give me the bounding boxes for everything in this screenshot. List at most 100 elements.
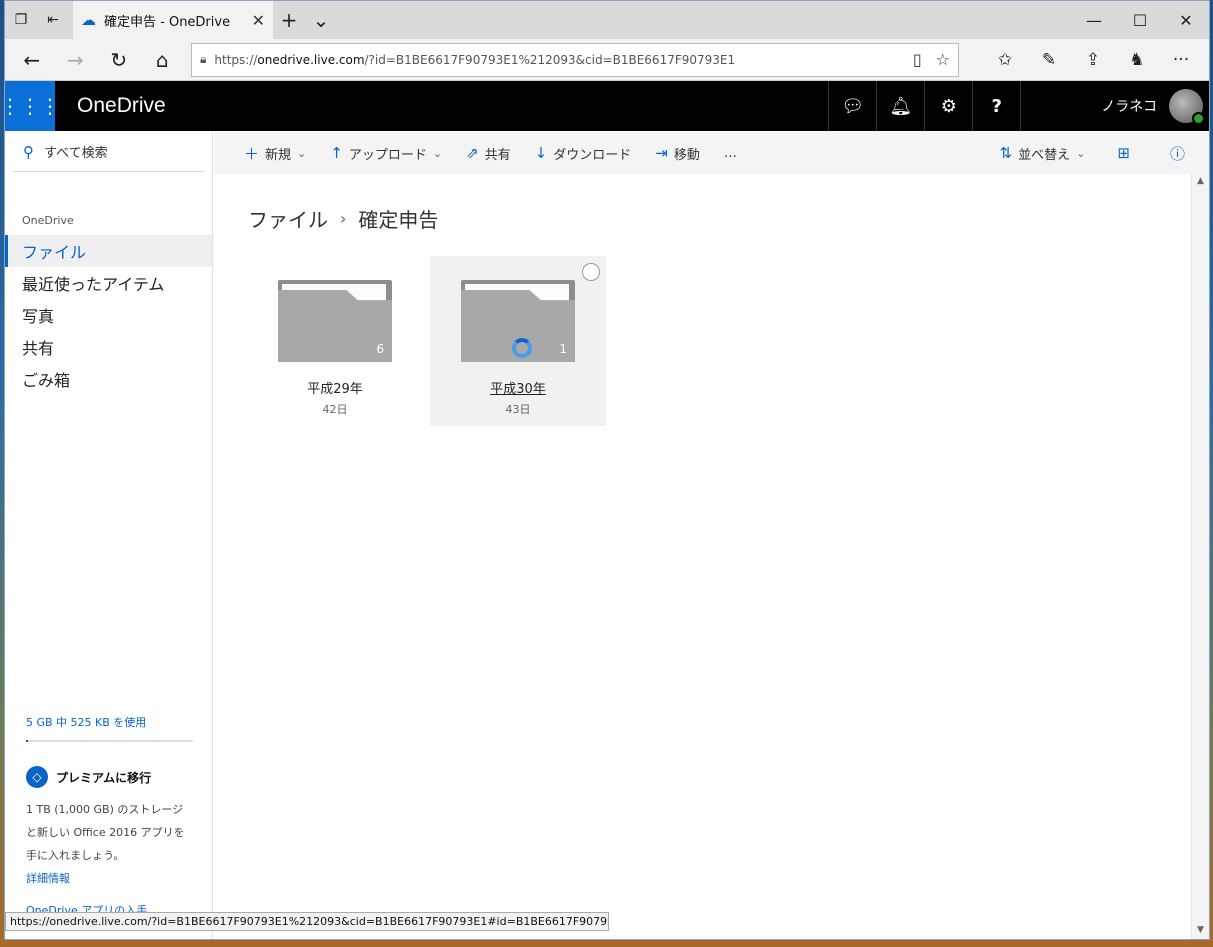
share-button[interactable]: ⇗ 共有 [454,132,523,174]
premium-title[interactable]: プレミアムに移行 [56,769,151,786]
folder-tile[interactable]: 6 平成29年 42日 [247,256,423,426]
loading-spinner-icon [512,338,532,358]
share-icon[interactable]: ⇪ [1071,50,1115,70]
more-commands-button[interactable]: … [712,132,749,174]
more-menu-icon[interactable]: ··· [1159,50,1203,70]
view-toggle-button[interactable]: ⊞ [1097,132,1150,174]
url-rest: /?id=B1BE6617F90793E1%212093&cid=B1BE661… [364,52,736,67]
folder-date: 43日 [505,403,531,416]
command-bar: ＋ 新規 ⌄ ↑ アップロード ⌄ ⇗ 共有 ↓ ダウンロード ⇥ 移動 … ⇅… [214,132,1209,174]
info-icon: ⓘ [1169,144,1185,163]
feedback-icon[interactable]: 💬︎ [828,81,876,131]
premium-line-1: 1 TB (1,000 GB) のストレージ [26,803,184,816]
help-icon[interactable]: ? [972,81,1020,131]
premium-heading: ◇ プレミアムに移行 [26,766,201,788]
scroll-down-icon[interactable]: ▼ [1197,925,1204,935]
vertical-scrollbar[interactable]: ▲ ▼ [1191,174,1209,939]
settings-gear-icon[interactable]: ⚙ [924,81,972,131]
download-arrow-icon: ↓ [534,144,548,162]
tab-list-chevron-icon[interactable]: ⌄ [305,1,337,39]
set-tabs-aside-icon[interactable]: ⇤ [37,1,69,39]
sort-button[interactable]: ⇅ 並べ替え ⌄ [988,132,1098,174]
tab-title: 確定申告 - OneDrive [104,14,231,30]
download-button[interactable]: ↓ ダウンロード [523,132,644,174]
premium-promo: ◇ プレミアムに移行 1 TB (1,000 GB) のストレージ と新しい O… [26,766,201,890]
chevron-down-icon: ⌄ [297,146,307,160]
onedrive-header: ⋮⋮⋮ OneDrive 💬︎ 🔔︎ ⚙ ? ノラネコ [5,81,1209,131]
home-button[interactable]: ⌂ [142,42,184,78]
move-button[interactable]: ⇥ 移動 [643,132,712,174]
plus-icon: ＋ [244,144,260,163]
share-label: 共有 [484,147,511,163]
nav-item-recent[interactable]: 最近使ったアイテム [5,267,212,299]
chevron-down-icon: ⌄ [432,146,443,160]
status-url-tooltip: https://onedrive.live.com/?id=B1BE6617F9… [5,912,609,931]
app-launcher-icon[interactable]: ⋮⋮⋮ [5,81,60,131]
upload-button[interactable]: ↑ アップロード ⌄ [318,132,454,174]
online-status-icon [1192,112,1205,125]
storage-usage-link[interactable]: 5 GB 中 525 KB を使用 [26,714,146,730]
folder-tile[interactable]: 1 平成30年 43日 [430,256,606,426]
browser-window: ❐ ⇤ ☁ 確定申告 - OneDrive ✕ + ⌄ — ☐ ✕ ← → ↻ … [4,0,1210,940]
folder-date: 42日 [322,403,348,416]
favorites-hub-icon[interactable]: ✩ [983,50,1027,70]
reading-view-icon[interactable]: ▯ [913,50,922,69]
chevron-down-icon: ⌄ [1076,146,1086,160]
new-tab-button[interactable]: + [273,1,305,39]
minimize-button[interactable]: — [1071,1,1117,39]
premium-more-link[interactable]: 詳細情報 [26,867,201,890]
new-button[interactable]: ＋ 新規 ⌄ [214,132,318,174]
premium-line-3: 手に入れましょう。 [26,849,125,862]
premium-description: 1 TB (1,000 GB) のストレージ と新しい Office 2016 … [26,798,201,890]
header-actions: 💬︎ 🔔︎ ⚙ ? ノラネコ [828,81,1209,131]
move-label: 移動 [673,147,700,163]
nav-item-shared[interactable]: 共有 [5,331,212,363]
lock-icon: 🔒︎ [200,52,207,66]
folder-name[interactable]: 平成29年 [247,378,423,397]
address-bar-row: ← → ↻ ⌂ 🔒︎ https://onedrive.live.com/?id… [5,39,1209,81]
details-pane-button[interactable]: ⓘ [1150,132,1209,174]
nav-item-recycle-bin[interactable]: ごみ箱 [5,363,212,395]
breadcrumb: ファイル › 確定申告 [248,204,438,233]
tab-bar: ❐ ⇤ ☁ 確定申告 - OneDrive ✕ + ⌄ — ☐ ✕ [5,1,1209,39]
storage-bar [26,740,193,742]
scroll-up-icon[interactable]: ▲ [1197,176,1204,186]
close-window-button[interactable]: ✕ [1163,1,1209,39]
brand-title[interactable]: OneDrive [77,94,166,118]
user-account[interactable]: ノラネコ [1020,81,1209,131]
breadcrumb-root[interactable]: ファイル [248,204,328,233]
search-box[interactable]: ⚲ すべて検索 [13,132,204,172]
address-actions: ▯ ☆ [913,50,950,69]
upload-label: アップロード [348,147,427,163]
item-count: 1 [559,342,567,356]
window-controls: — ☐ ✕ [1071,1,1209,39]
forward-button[interactable]: → [55,42,97,78]
favorite-star-icon[interactable]: ☆ [936,50,950,69]
nav-item-files[interactable]: ファイル [5,235,212,267]
nav-section-title: OneDrive [22,214,74,227]
search-placeholder: すべて検索 [44,146,108,161]
url-host: onedrive.live.com [257,52,365,67]
nav-item-photos[interactable]: 写真 [5,299,212,331]
select-checkbox[interactable] [582,263,600,281]
avatar [1169,89,1205,125]
folder-icon: 6 [278,280,392,362]
maximize-button[interactable]: ☐ [1117,1,1163,39]
sort-label: 並べ替え [1018,147,1071,163]
close-tab-icon[interactable]: ✕ [252,11,265,30]
browser-tab[interactable]: ☁ 確定申告 - OneDrive ✕ [73,1,273,39]
tab-preview-icon[interactable]: ❐ [5,1,37,39]
share-icon: ⇗ [466,144,479,162]
web-note-icon[interactable]: ✎ [1027,50,1071,70]
main-content: ファイル › 確定申告 6 平成29年 42日 1 平成30年 43日 [214,174,1191,939]
download-label: ダウンロード [553,147,632,163]
evernote-icon[interactable]: ♞ [1115,50,1159,70]
back-button[interactable]: ← [11,42,53,78]
folder-name[interactable]: 平成30年 [430,378,606,397]
address-input[interactable]: 🔒︎ https://onedrive.live.com/?id=B1BE661… [191,42,959,77]
notifications-bell-icon[interactable]: 🔔︎ [876,81,924,131]
sort-icon: ⇅ [999,144,1013,162]
chevron-right-icon: › [340,209,347,228]
refresh-button[interactable]: ↻ [98,42,140,78]
folder-icon: 1 [461,280,575,362]
